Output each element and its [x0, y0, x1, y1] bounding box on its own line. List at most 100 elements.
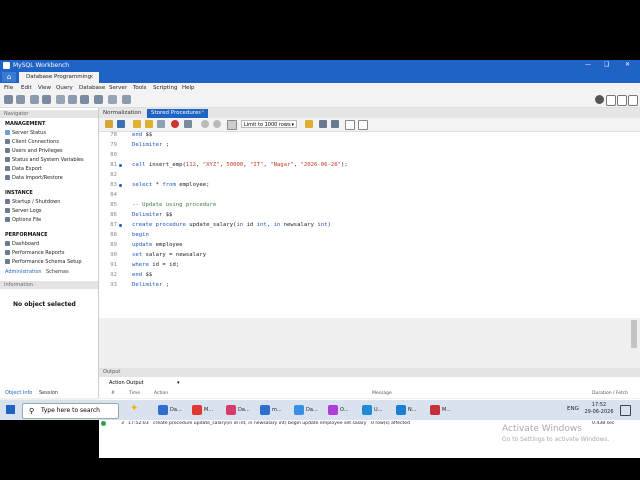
app-icon: [158, 405, 168, 415]
taskbar-app[interactable]: M...: [192, 403, 222, 417]
taskbar-app[interactable]: Da...: [158, 403, 188, 417]
toggle-autocommit-icon[interactable]: [184, 120, 192, 128]
sidebar-item-server-logs[interactable]: Server Logs: [5, 208, 42, 214]
save-icon[interactable]: [117, 120, 125, 128]
create-view-icon[interactable]: [80, 95, 89, 104]
tab-schemas[interactable]: Schemas: [46, 269, 69, 275]
taskbar-app[interactable]: U...: [362, 403, 392, 417]
workbench-logo-icon: [3, 62, 10, 69]
app-icon: [362, 405, 372, 415]
invisible-chars-icon[interactable]: [345, 120, 355, 130]
open-file-icon[interactable]: [105, 120, 113, 128]
connection-tab-label: Database Programming: [26, 74, 92, 80]
limit-rows-select[interactable]: Limit to 1000 rows ▾: [241, 120, 297, 128]
vertical-scroll-thumb[interactable]: [631, 320, 637, 348]
search-table-icon[interactable]: [122, 95, 131, 104]
search-icon[interactable]: [331, 120, 339, 128]
commit-icon[interactable]: [201, 120, 209, 128]
menu-help[interactable]: Help: [182, 85, 195, 91]
open-sql-script-icon[interactable]: [16, 95, 25, 104]
toggle-sidebar-icon[interactable]: [606, 95, 616, 106]
widget-icon[interactable]: ✦: [130, 403, 138, 414]
close-editor-tab-icon[interactable]: ×: [199, 109, 204, 116]
taskbar-app[interactable]: m...: [260, 403, 290, 417]
execute-icon[interactable]: [133, 120, 141, 128]
inspector-icon[interactable]: [42, 95, 51, 104]
close-icon[interactable]: ✕: [625, 61, 630, 68]
menu-scripting[interactable]: Scripting: [153, 85, 177, 91]
menu-view[interactable]: View: [38, 85, 51, 91]
connection-tab[interactable]: Database Programming ×: [19, 72, 99, 83]
menu-edit[interactable]: Edit: [21, 85, 32, 91]
code-editor[interactable]: 78 end $$ 79 Delimiter ; 80 81 call insert_emp…: [99, 132, 640, 386]
beautify-icon[interactable]: [305, 120, 313, 128]
sidebar-item-users-privileges[interactable]: Users and Privileges: [5, 148, 63, 154]
sidebar-item-performance-schema[interactable]: Performance Schema Setup: [5, 259, 82, 265]
menu-query[interactable]: Query: [56, 85, 73, 91]
explain-icon[interactable]: [157, 120, 165, 128]
create-table-icon[interactable]: [68, 95, 77, 104]
success-icon: [101, 421, 106, 426]
new-sql-tab-icon[interactable]: [4, 95, 13, 104]
gear-icon[interactable]: [595, 95, 604, 104]
clock-date: 29-06-2026: [584, 409, 614, 415]
sidebar-item-data-export[interactable]: Data Export: [5, 166, 42, 172]
line-number: 90: [110, 252, 117, 258]
stop-icon[interactable]: [171, 120, 179, 128]
output-type-select[interactable]: Action Output ▾: [109, 379, 180, 388]
word-wrap-icon[interactable]: [358, 120, 368, 130]
taskbar-app[interactable]: Da...: [294, 403, 324, 417]
tab-administration[interactable]: Administration: [5, 269, 42, 275]
app-icon: [328, 405, 338, 415]
app-icon: [294, 405, 304, 415]
sidebar-item-server-status[interactable]: Server Status: [5, 130, 46, 136]
menu-server[interactable]: Server: [109, 85, 127, 91]
minimize-icon[interactable]: —: [585, 61, 591, 68]
sidebar-item-performance-reports[interactable]: Performance Reports: [5, 250, 64, 256]
toggle-output-icon[interactable]: [617, 95, 627, 106]
close-tab-icon[interactable]: ×: [89, 72, 94, 83]
create-function-icon[interactable]: [108, 95, 117, 104]
menu-file[interactable]: File: [4, 85, 13, 91]
app-label: Da...: [170, 407, 182, 413]
schema-icon[interactable]: [30, 95, 39, 104]
line-number: 89: [110, 242, 117, 248]
tab-normalization[interactable]: Normalization: [99, 109, 145, 118]
create-schema-icon[interactable]: [56, 95, 65, 104]
toggle-option-icon[interactable]: [227, 120, 237, 130]
main-toolbar: [0, 93, 640, 108]
sidebar-item-data-import[interactable]: Data Import/Restore: [5, 175, 63, 181]
taskbar-clock[interactable]: 17:52 29-06-2026: [584, 402, 614, 416]
taskbar-app[interactable]: N...: [396, 403, 426, 417]
sidebar-item-options-file[interactable]: Options File: [5, 217, 41, 223]
sql-editor-area: Normalization Stored Procedures* × Limit…: [99, 108, 640, 386]
app-label: m...: [272, 407, 282, 413]
notifications-icon[interactable]: [620, 405, 631, 416]
maximize-icon[interactable]: ❑: [604, 61, 609, 68]
language-indicator[interactable]: ENG: [567, 406, 579, 412]
create-procedure-icon[interactable]: [94, 95, 103, 104]
taskbar-search-box[interactable]: ⚲ Type here to search: [22, 403, 119, 419]
sidebar-item-dashboard[interactable]: Dashboard: [5, 241, 39, 247]
windows-start-icon[interactable]: [6, 405, 15, 414]
execute-current-icon[interactable]: [145, 120, 153, 128]
toggle-secondary-sidebar-icon[interactable]: [628, 95, 638, 106]
taskbar-app[interactable]: M...: [430, 403, 460, 417]
taskbar-app[interactable]: Da...: [226, 403, 256, 417]
menu-database[interactable]: Database: [79, 85, 105, 91]
sidebar-item-startup-shutdown[interactable]: Startup / Shutdown: [5, 199, 60, 205]
clock-time: 17:52: [591, 402, 607, 408]
tab-object-info[interactable]: Object Info: [5, 390, 32, 396]
code-line: Delimiter $$: [132, 212, 173, 218]
rollback-icon[interactable]: [213, 120, 221, 128]
tab-session[interactable]: Session: [39, 390, 58, 396]
find-replace-icon[interactable]: [319, 120, 327, 128]
line-number: 86: [110, 212, 117, 218]
sidebar-item-client-connections[interactable]: Client Connections: [5, 139, 59, 145]
home-tab-icon[interactable]: ⌂: [2, 72, 16, 82]
menu-tools[interactable]: Tools: [133, 85, 147, 91]
activate-windows-title: Activate Windows: [502, 424, 582, 434]
navigator-sidebar: Navigator MANAGEMENT Server Status Clien…: [0, 108, 99, 398]
taskbar-app[interactable]: O...: [328, 403, 358, 417]
sidebar-item-status-variables[interactable]: Status and System Variables: [5, 157, 84, 163]
